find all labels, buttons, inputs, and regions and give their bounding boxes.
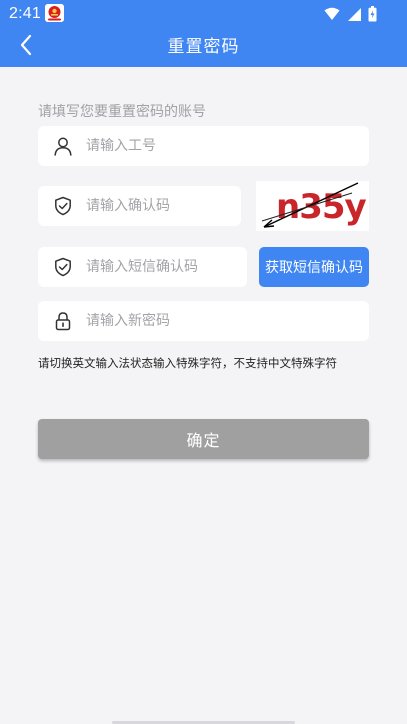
employee-id-input[interactable] (86, 131, 369, 161)
section-label: 请填写您要重置密码的账号 (38, 104, 206, 120)
lock-icon (52, 310, 74, 332)
cellular-signal-icon (346, 7, 362, 22)
shield-check-icon (52, 256, 74, 278)
battery-icon (368, 6, 377, 22)
wifi-icon (324, 7, 340, 21)
captcha-image[interactable]: n35y (256, 181, 369, 231)
page-title: 重置密码 (167, 37, 240, 57)
captcha-input[interactable] (86, 191, 241, 221)
input-method-notice: 请切换英文输入法状态输入特殊字符，不支持中文特殊字符 (38, 356, 337, 370)
captcha-noise-lines (261, 182, 359, 228)
status-bar: 2:41 (0, 0, 407, 27)
sms-code-input[interactable] (86, 252, 247, 282)
confirm-button[interactable]: 确定 (38, 419, 369, 459)
app-bar: 重置密码 (0, 27, 407, 67)
shield-check-icon (52, 195, 74, 217)
captcha-field (38, 186, 241, 226)
new-password-field (38, 301, 369, 341)
employee-id-field (38, 126, 369, 166)
status-icons (324, 5, 377, 23)
sms-code-field (38, 247, 247, 287)
new-password-input[interactable] (86, 306, 369, 336)
status-time: 2:41 (9, 5, 41, 22)
reset-password-screen: 2:41 重置密码 请填写您要重置密码的账号 请输入工号 请输入确认码 n35y… (0, 0, 407, 724)
get-sms-code-button[interactable]: 获取短信确认码 (259, 247, 369, 287)
user-icon (52, 135, 74, 157)
china-emblem-app-icon (45, 4, 64, 22)
